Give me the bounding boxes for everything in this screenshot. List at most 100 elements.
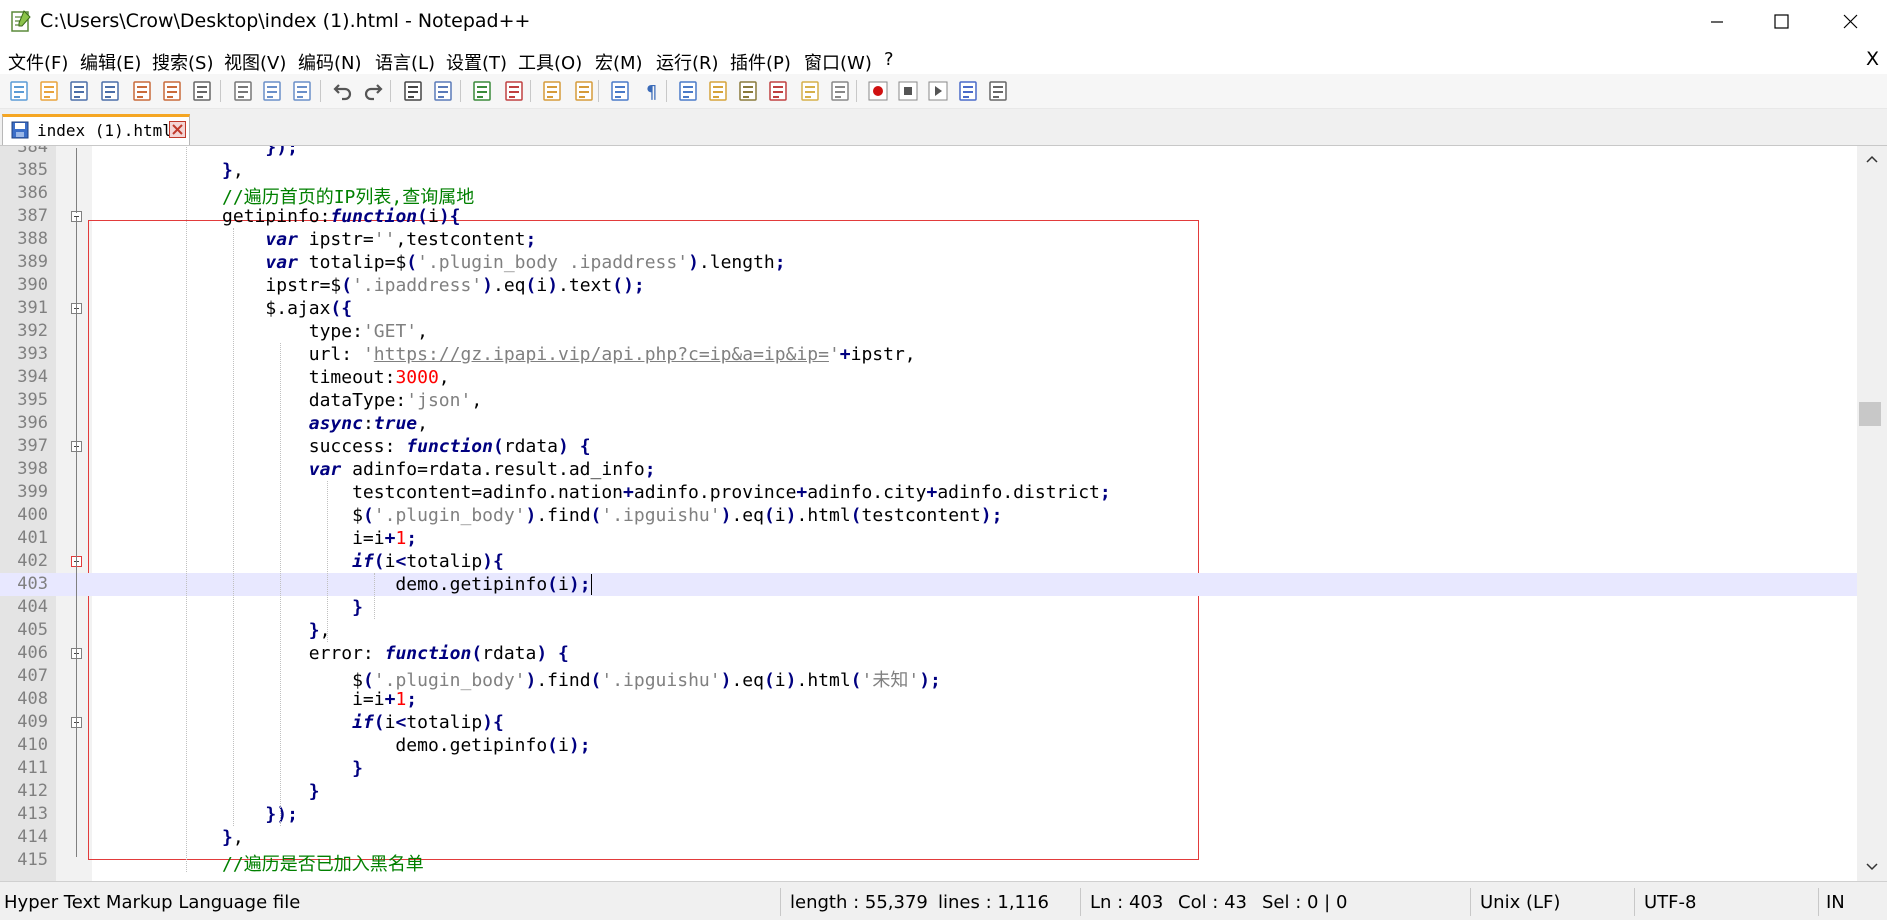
- menu-search[interactable]: 搜索(S): [152, 49, 213, 75]
- menu-settings[interactable]: 设置(T): [446, 49, 507, 75]
- code-line[interactable]: 396 async:true,: [0, 412, 1857, 435]
- scroll-down-icon[interactable]: [1865, 862, 1879, 872]
- record-macro-icon[interactable]: [866, 79, 890, 103]
- stop-macro-icon[interactable]: [896, 79, 920, 103]
- line-number: 395: [17, 390, 48, 410]
- redo-icon[interactable]: [361, 79, 385, 103]
- code-line[interactable]: 394 timeout:3000,: [0, 366, 1857, 389]
- save-macro-icon[interactable]: [986, 79, 1010, 103]
- menu-window[interactable]: 窗口(W): [804, 49, 872, 75]
- menu-run[interactable]: 运行(R): [656, 49, 719, 75]
- menu-macro[interactable]: 宏(M): [595, 49, 643, 75]
- scroll-up-icon[interactable]: [1865, 154, 1879, 164]
- tab-index-html[interactable]: index (1).html: [2, 114, 190, 145]
- code-line[interactable]: 413 });: [0, 803, 1857, 826]
- line-number: 400: [17, 505, 48, 525]
- code-editor[interactable]: 384 }); 385 }, 386 //遍历首页的IP列表,查询属地 387 get…: [0, 146, 1857, 881]
- play-macro-icon[interactable]: [926, 79, 950, 103]
- code-line[interactable]: 400 $('.plugin_body').find('.ipguishu').…: [0, 504, 1857, 527]
- code-text: error: function(rdata) {: [92, 643, 569, 664]
- code-text: },: [308, 620, 331, 641]
- code-line[interactable]: 398 var adinfo=rdata.result.ad_info;: [0, 458, 1857, 481]
- code-line[interactable]: 386 //遍历首页的IP列表,查询属地: [0, 182, 1857, 208]
- print-icon[interactable]: [190, 79, 214, 103]
- code-line[interactable]: 407 $('.plugin_body').find('.ipguishu').…: [0, 665, 1857, 691]
- zoom-in-icon[interactable]: [470, 79, 494, 103]
- code-line[interactable]: 391 $.ajax({: [0, 297, 1857, 320]
- code-line[interactable]: 389 var totalip=$('.plugin_body .ipaddre…: [0, 251, 1857, 274]
- code-line[interactable]: 390 ipstr=$('.ipaddress').eq(i).text();: [0, 274, 1857, 297]
- code-line[interactable]: 395 dataType:'json',: [0, 389, 1857, 412]
- find-icon[interactable]: [401, 79, 425, 103]
- save-icon[interactable]: [67, 79, 91, 103]
- code-line[interactable]: 411 }: [0, 757, 1857, 780]
- zoom-out-icon[interactable]: [502, 79, 526, 103]
- sync-vertical-icon[interactable]: [540, 79, 564, 103]
- doc-map-icon[interactable]: [736, 79, 760, 103]
- menu-encoding[interactable]: 编码(N): [298, 49, 362, 75]
- vertical-scrollbar[interactable]: [1857, 146, 1887, 881]
- menu-language[interactable]: 语言(L): [375, 49, 435, 75]
- toolbar-separator: [598, 80, 599, 102]
- code-line[interactable]: 409 if(i<totalip){: [0, 711, 1857, 734]
- close-all-icon[interactable]: [160, 79, 184, 103]
- menu-help[interactable]: ?: [884, 49, 894, 70]
- menu-plugins[interactable]: 插件(P): [730, 49, 791, 75]
- code-text: ipstr=$('.ipaddress').eq(i).text();: [92, 275, 645, 296]
- code-line[interactable]: 392 type:'GET',: [0, 320, 1857, 343]
- cut-icon[interactable]: [231, 79, 255, 103]
- code-line[interactable]: 402 if(i<totalip){: [0, 550, 1857, 573]
- run-macro-multiple-icon[interactable]: [956, 79, 980, 103]
- status-bar: Hyper Text Markup Language file length :…: [0, 881, 1887, 920]
- close-icon[interactable]: [130, 79, 154, 103]
- close-document-button[interactable]: X: [1866, 48, 1879, 70]
- undo-icon[interactable]: [331, 79, 355, 103]
- indent-guide-icon[interactable]: [676, 79, 700, 103]
- paste-icon[interactable]: [290, 79, 314, 103]
- new-file-icon[interactable]: [7, 79, 31, 103]
- status-eol[interactable]: Unix (LF): [1480, 892, 1560, 913]
- word-wrap-icon[interactable]: [608, 79, 632, 103]
- status-sel: Sel : 0 | 0: [1262, 892, 1348, 913]
- maximize-icon[interactable]: [1764, 6, 1798, 38]
- user-lang-icon[interactable]: [706, 79, 730, 103]
- menu-file[interactable]: 文件(F): [8, 49, 68, 75]
- menu-view[interactable]: 视图(V): [224, 49, 286, 75]
- open-file-icon[interactable]: [37, 79, 61, 103]
- menu-tools[interactable]: 工具(O): [518, 49, 582, 75]
- save-all-icon[interactable]: [98, 79, 122, 103]
- code-line[interactable]: 403 demo.getipinfo(i);: [0, 573, 1857, 596]
- code-line[interactable]: 414 },: [0, 826, 1857, 849]
- function-list-icon[interactable]: [766, 79, 790, 103]
- code-line[interactable]: 412 }: [0, 780, 1857, 803]
- replace-icon[interactable]: [431, 79, 455, 103]
- menu-edit[interactable]: 编辑(E): [80, 49, 141, 75]
- code-line[interactable]: 399 testcontent=adinfo.nation+adinfo.pro…: [0, 481, 1857, 504]
- code-text: },: [222, 160, 244, 181]
- code-line[interactable]: 410 demo.getipinfo(i);: [0, 734, 1857, 757]
- minimize-icon[interactable]: [1700, 6, 1734, 38]
- folder-workspace-icon[interactable]: [798, 79, 822, 103]
- copy-icon[interactable]: [260, 79, 284, 103]
- code-line[interactable]: 384 });: [0, 146, 1857, 159]
- code-line[interactable]: 415 //遍历是否已加入黑名单: [0, 849, 1857, 875]
- code-line[interactable]: 406 error: function(rdata) {: [0, 642, 1857, 665]
- scrollbar-thumb[interactable]: [1859, 402, 1881, 426]
- status-encoding[interactable]: UTF-8: [1644, 892, 1696, 913]
- code-line[interactable]: 404 }: [0, 596, 1857, 619]
- show-all-chars-icon[interactable]: ¶: [640, 79, 664, 103]
- close-window-icon[interactable]: [1834, 6, 1868, 38]
- monitor-icon[interactable]: [828, 79, 852, 103]
- tab-close-icon[interactable]: [169, 121, 186, 138]
- code-line[interactable]: 405 },: [0, 619, 1857, 642]
- code-line[interactable]: 408 i=i+1;: [0, 688, 1857, 711]
- code-text: async:true,: [308, 413, 428, 434]
- saved-file-icon: [11, 121, 29, 139]
- code-line[interactable]: 397 success: function(rdata) {: [0, 435, 1857, 458]
- code-line[interactable]: 401 i=i+1;: [0, 527, 1857, 550]
- code-line[interactable]: 385 },: [0, 159, 1857, 182]
- code-line[interactable]: 387 getipinfo:function(i){: [0, 205, 1857, 228]
- code-line[interactable]: 388 var ipstr='',testcontent;: [0, 228, 1857, 251]
- sync-horizontal-icon[interactable]: [572, 79, 596, 103]
- code-line[interactable]: 393 url: 'https://gz.ipapi.vip/api.php?c…: [0, 343, 1857, 366]
